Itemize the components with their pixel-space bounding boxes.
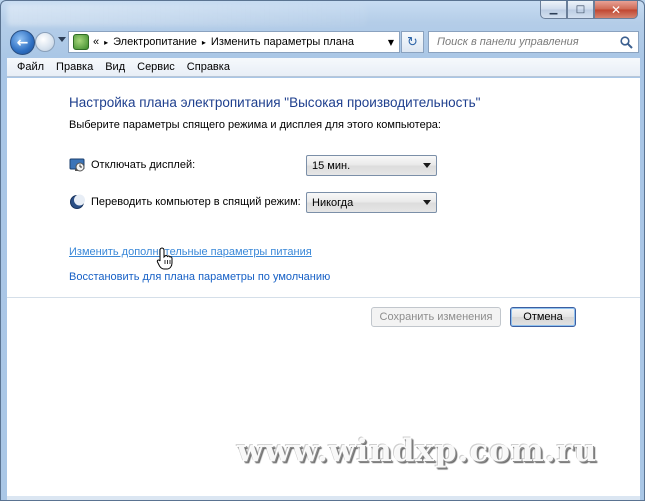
menu-view[interactable]: Вид bbox=[99, 61, 131, 73]
menu-file[interactable]: Файл bbox=[11, 61, 50, 73]
back-arrow-icon: ← bbox=[16, 34, 29, 51]
watermark: www.windxp.com.ru bbox=[237, 433, 598, 469]
minimize-button[interactable]: ▁ bbox=[540, 1, 567, 19]
address-dropdown-icon[interactable]: ▼ bbox=[383, 32, 399, 52]
back-button[interactable]: ← bbox=[10, 30, 35, 55]
divider bbox=[7, 297, 640, 298]
maximize-button[interactable]: □ bbox=[567, 1, 594, 19]
window-frame: ▁ □ ✕ ← « ▸ Электропитание ▸ Изменить па… bbox=[0, 0, 645, 501]
content-pane: Настройка плана электропитания "Высокая … bbox=[7, 78, 640, 496]
refresh-button[interactable]: ↻ bbox=[401, 31, 424, 53]
chevron-down-icon bbox=[423, 200, 431, 205]
display-off-icon bbox=[69, 158, 85, 172]
sleep-value: Никогда bbox=[312, 196, 354, 209]
cancel-button[interactable]: Отмена bbox=[510, 307, 576, 327]
window-bottom-border bbox=[7, 496, 640, 500]
advanced-power-settings-link[interactable]: Изменить дополнительные параметры питани… bbox=[69, 246, 312, 258]
display-off-label: Отключать дисплей: bbox=[91, 159, 196, 171]
forward-button[interactable] bbox=[35, 32, 55, 52]
sleep-select[interactable]: Никогда bbox=[306, 192, 437, 213]
menu-help[interactable]: Справка bbox=[181, 61, 236, 73]
breadcrumb-power-options[interactable]: Электропитание bbox=[113, 36, 197, 48]
chevron-right-icon: ▸ bbox=[104, 37, 109, 47]
search-box[interactable]: Поиск в панели управления bbox=[428, 31, 639, 53]
search-input[interactable]: Поиск в панели управления bbox=[429, 36, 617, 48]
page-subtitle: Выберите параметры спящего режима и дисп… bbox=[69, 119, 441, 131]
sleep-moon-icon bbox=[70, 194, 85, 209]
search-icon[interactable] bbox=[617, 33, 635, 51]
address-overflow-icon[interactable]: « bbox=[93, 36, 99, 48]
close-button[interactable]: ✕ bbox=[594, 1, 638, 19]
window-title-bar bbox=[7, 4, 367, 26]
chevron-right-icon: ▸ bbox=[201, 37, 206, 47]
sleep-label: Переводить компьютер в спящий режим: bbox=[91, 196, 301, 208]
hand-cursor-icon bbox=[156, 247, 173, 270]
chevron-down-icon bbox=[423, 163, 431, 168]
breadcrumb-edit-plan[interactable]: Изменить параметры плана bbox=[211, 36, 354, 48]
navigation-bar: ← « ▸ Электропитание ▸ Изменить параметр… bbox=[7, 28, 640, 56]
address-bar[interactable]: « ▸ Электропитание ▸ Изменить параметры … bbox=[68, 31, 400, 53]
control-panel-icon bbox=[73, 34, 89, 50]
page-title: Настройка плана электропитания "Высокая … bbox=[69, 95, 481, 110]
caption-buttons: ▁ □ ✕ bbox=[540, 1, 638, 19]
menu-bar: Файл Правка Вид Сервис Справка bbox=[7, 58, 640, 77]
save-changes-button[interactable]: Сохранить изменения bbox=[371, 307, 501, 327]
recent-pages-dropdown[interactable] bbox=[58, 37, 66, 42]
menu-tools[interactable]: Сервис bbox=[131, 61, 181, 73]
refresh-icon: ↻ bbox=[407, 34, 418, 50]
display-off-value: 15 мин. bbox=[312, 159, 351, 172]
restore-defaults-link[interactable]: Восстановить для плана параметры по умол… bbox=[69, 271, 330, 283]
menu-edit[interactable]: Правка bbox=[50, 61, 99, 73]
display-off-select[interactable]: 15 мин. bbox=[306, 155, 437, 176]
